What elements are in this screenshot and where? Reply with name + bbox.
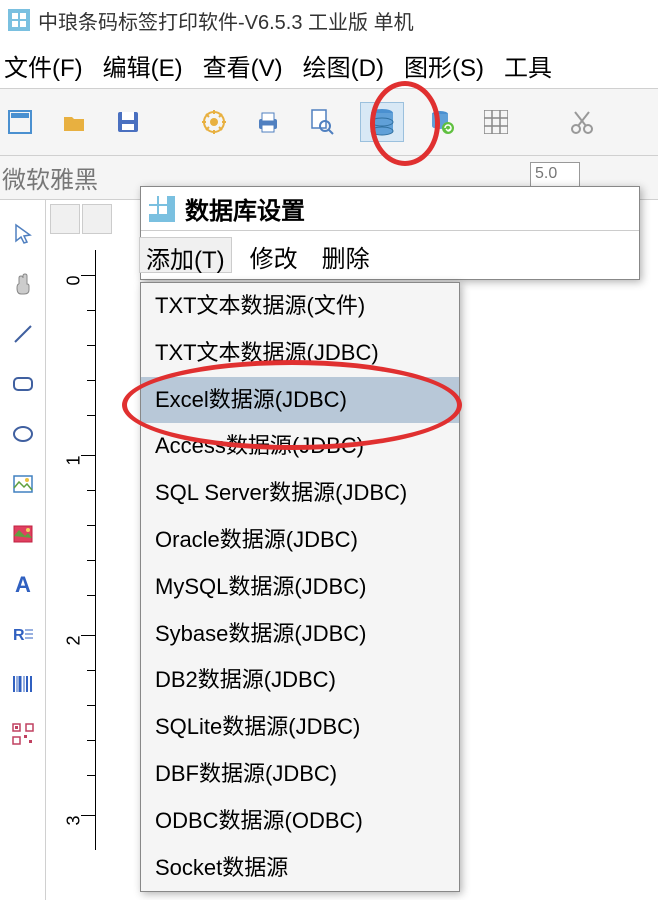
print-icon[interactable] (252, 106, 284, 138)
menu-shape[interactable]: 图形(S) (404, 48, 484, 78)
app-icon (8, 9, 30, 31)
dropdown-item-odbc[interactable]: ODBC数据源(ODBC) (141, 798, 459, 845)
text-icon[interactable]: A (7, 568, 39, 600)
save-icon[interactable] (112, 106, 144, 138)
dropdown-item-socket[interactable]: Socket数据源 (141, 845, 459, 892)
barcode-icon[interactable] (7, 668, 39, 700)
main-toolbar (0, 88, 658, 156)
cut-icon[interactable] (566, 106, 598, 138)
menu-draw[interactable]: 绘图(D) (303, 48, 384, 78)
dialog-title-bar[interactable]: 数据库设置 (141, 187, 639, 231)
dialog-menu-add[interactable]: 添加(T) (139, 237, 232, 273)
dropdown-item-access-jdbc[interactable]: Access数据源(JDBC) (141, 423, 459, 470)
datasource-dropdown: TXT文本数据源(文件) TXT文本数据源(JDBC) Excel数据源(JDB… (140, 282, 460, 892)
richtext-icon[interactable]: R (7, 618, 39, 650)
font-name-select[interactable]: 微软雅黑 (2, 160, 98, 195)
dialog-app-icon (149, 196, 175, 222)
menu-tool[interactable]: 工具 (504, 48, 552, 78)
circle-icon[interactable] (7, 418, 39, 450)
line-icon[interactable] (7, 318, 39, 350)
ruler-mark: 3 (63, 815, 84, 825)
photo-icon[interactable] (7, 518, 39, 550)
new-doc-icon[interactable] (4, 106, 36, 138)
svg-text:A: A (15, 572, 31, 596)
preview-icon[interactable] (306, 106, 338, 138)
menu-view[interactable]: 查看(V) (203, 48, 283, 78)
window-title: 中琅条码标签打印软件-V6.5.3 工业版 单机 (38, 6, 414, 35)
title-bar: 中琅条码标签打印软件-V6.5.3 工业版 单机 (0, 0, 658, 40)
dialog-menu-delete[interactable]: 删除 (322, 239, 370, 271)
open-icon[interactable] (58, 106, 90, 138)
database-settings-dialog: 数据库设置 添加(T) 修改 删除 (140, 186, 640, 280)
menu-edit[interactable]: 编辑(E) (103, 48, 183, 78)
hand-icon[interactable] (7, 268, 39, 300)
menu-file[interactable]: 文件(F) (4, 48, 83, 78)
ruler-mark: 1 (63, 455, 84, 465)
dropdown-item-sybase-jdbc[interactable]: Sybase数据源(JDBC) (141, 611, 459, 658)
rect-icon[interactable] (7, 368, 39, 400)
db-refresh-icon[interactable] (426, 106, 458, 138)
grid-icon[interactable] (480, 106, 512, 138)
dialog-title: 数据库设置 (185, 191, 305, 226)
dropdown-item-txt-file[interactable]: TXT文本数据源(文件) (141, 283, 459, 330)
settings-icon[interactable] (198, 106, 230, 138)
tab-reload-icon[interactable] (82, 204, 112, 234)
database-icon[interactable] (360, 102, 404, 142)
tab-window-icon[interactable] (50, 204, 80, 234)
image-icon[interactable] (7, 468, 39, 500)
dropdown-item-db2-jdbc[interactable]: DB2数据源(JDBC) (141, 657, 459, 704)
menu-bar: 文件(F) 编辑(E) 查看(V) 绘图(D) 图形(S) 工具 (0, 40, 658, 88)
dropdown-item-oracle-jdbc[interactable]: Oracle数据源(JDBC) (141, 517, 459, 564)
dialog-menu-modify[interactable]: 修改 (250, 239, 298, 271)
dropdown-item-txt-jdbc[interactable]: TXT文本数据源(JDBC) (141, 330, 459, 377)
dropdown-item-sqlite-jdbc[interactable]: SQLite数据源(JDBC) (141, 704, 459, 751)
ruler-mark: 0 (63, 275, 84, 285)
dropdown-item-dbf-jdbc[interactable]: DBF数据源(JDBC) (141, 751, 459, 798)
cursor-icon[interactable] (7, 218, 39, 250)
left-toolbar: A R (0, 200, 46, 900)
qrcode-icon[interactable] (7, 718, 39, 750)
svg-text:R: R (13, 627, 25, 644)
dropdown-item-excel-jdbc[interactable]: Excel数据源(JDBC) (141, 377, 459, 424)
ruler-mark: 2 (63, 635, 84, 645)
dialog-menu: 添加(T) 修改 删除 (141, 231, 639, 279)
dropdown-item-sqlserver-jdbc[interactable]: SQL Server数据源(JDBC) (141, 470, 459, 517)
ruler-vertical: 0 1 2 3 (66, 250, 96, 850)
dropdown-item-mysql-jdbc[interactable]: MySQL数据源(JDBC) (141, 564, 459, 611)
